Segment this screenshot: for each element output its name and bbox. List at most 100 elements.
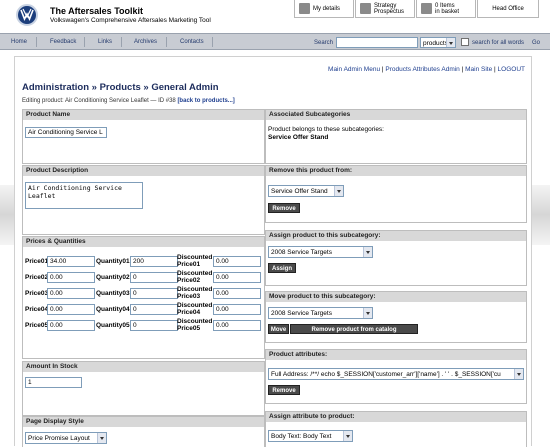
product-description-textarea[interactable]: Air Conditioning Service Leaflet: [25, 182, 143, 209]
user-icon: [299, 3, 310, 14]
discounted-price-input[interactable]: 0.00: [213, 304, 261, 315]
chevron-down-icon: [343, 431, 352, 441]
search-scope-value: products: [423, 40, 448, 47]
panel-header: Product attributes:: [266, 350, 526, 360]
brand-title: The Aftersales Toolkit: [50, 6, 144, 16]
tab-label: My details: [313, 6, 341, 12]
price-label: Price02: [25, 274, 49, 281]
assign-attribute-panel: Assign attribute to product: Body Text: …: [265, 411, 527, 447]
price-input[interactable]: 34.00: [47, 256, 95, 267]
panel-header: Remove this product from:: [266, 166, 526, 176]
price-input[interactable]: 0.00: [47, 272, 95, 283]
price-label: Price04: [25, 306, 49, 313]
discounted-price-input[interactable]: 0.00: [213, 256, 261, 267]
tab-label: 0 Items in basket: [435, 3, 460, 15]
tab-label: Strategy Prospectus: [374, 3, 405, 15]
product-attributes-panel: Product attributes: Full Address: /**/ e…: [265, 349, 527, 404]
price-label: Price05: [25, 322, 49, 329]
product-name-panel: Product Name Air Conditioning Service L: [22, 109, 265, 164]
back-to-products-link[interactable]: [back to products...]: [177, 98, 234, 104]
discounted-price-label: Discounted Price01: [177, 254, 213, 268]
quantity-input[interactable]: 0: [130, 304, 178, 315]
main-admin-menu-link[interactable]: Main Admin Menu: [328, 66, 380, 73]
assign-button[interactable]: Assign: [268, 263, 296, 273]
panel-header: Associated Subcategories: [266, 110, 526, 120]
search-all-words-label: search for all words: [472, 40, 525, 46]
chevron-down-icon: [363, 247, 372, 257]
remove-from-catalog-button[interactable]: Remove product from catalog: [290, 324, 418, 334]
price-input[interactable]: 0.00: [47, 304, 95, 315]
tab-my-details[interactable]: My details: [294, 0, 354, 18]
remove-product-panel: Remove this product from: Service Offer …: [265, 165, 527, 223]
panel-header: Move product to this subcategory:: [266, 292, 526, 302]
price-input[interactable]: 0.00: [47, 320, 95, 331]
remove-from-value: Service Offer Stand: [271, 188, 328, 195]
page-display-style-panel: Page Display Style Price Promise Layout: [22, 416, 265, 447]
panel-header: Amount In Stock: [23, 362, 264, 372]
main-site-link[interactable]: Main Site: [465, 66, 492, 73]
discounted-price-label: Discounted Price02: [177, 270, 213, 284]
tab-head-office[interactable]: Head Office: [477, 0, 539, 18]
display-style-select[interactable]: Price Promise Layout: [25, 432, 107, 444]
quantity-label: Quantity04: [96, 306, 130, 313]
logout-link[interactable]: LOGOUT: [498, 66, 525, 73]
price-input[interactable]: 0.00: [47, 288, 95, 299]
discounted-price-label: Discounted Price05: [177, 318, 213, 332]
brand-subtitle: Volkswagen's Comprehensive Aftersales Ma…: [50, 17, 211, 24]
vw-logo-icon[interactable]: [16, 4, 38, 26]
nav-feedback[interactable]: Feedback: [50, 39, 76, 45]
associated-subcategories-panel: Associated Subcategories Product belongs…: [265, 109, 527, 164]
nav-divider: [36, 37, 37, 47]
price-label: Price03: [25, 290, 49, 297]
assign-attribute-select[interactable]: Body Text: Body Text: [268, 430, 353, 442]
editing-info: Editing product: Air Conditioning Servic…: [22, 98, 235, 104]
search-input[interactable]: [336, 37, 418, 48]
discounted-price-label: Discounted Price04: [177, 302, 213, 316]
quantity-input[interactable]: 0: [130, 288, 178, 299]
nav-divider: [84, 37, 85, 47]
panel-header: Prices & Quantities: [23, 237, 264, 247]
quantity-input[interactable]: 0: [130, 320, 178, 331]
search-label: Search: [314, 40, 334, 46]
discounted-price-input[interactable]: 0.00: [213, 272, 261, 283]
search-scope-select[interactable]: products: [420, 37, 456, 48]
stock-input[interactable]: 1: [25, 377, 82, 388]
products-attributes-admin-link[interactable]: Products Attributes Admin: [385, 66, 459, 73]
remove-from-select[interactable]: Service Offer Stand: [268, 185, 344, 197]
nav-divider: [166, 37, 167, 47]
tab-basket[interactable]: 0 Items in basket: [416, 0, 476, 18]
remove-attribute-button[interactable]: Remove: [268, 385, 300, 395]
tab-strategy-prospectus[interactable]: Strategy Prospectus: [355, 0, 415, 18]
move-button[interactable]: Move: [268, 324, 289, 334]
nav-links[interactable]: Links: [98, 39, 112, 45]
product-attributes-select[interactable]: Full Address: /**/ echo $_SESSION['custo…: [268, 368, 524, 380]
move-subcategory-select[interactable]: 2008 Service Targets: [268, 307, 373, 319]
discounted-price-input[interactable]: 0.00: [213, 288, 261, 299]
remove-button[interactable]: Remove: [268, 203, 300, 213]
quantity-label: Quantity03: [96, 290, 130, 297]
quantity-input[interactable]: 200: [130, 256, 178, 267]
nav-archives[interactable]: Archives: [134, 39, 157, 45]
product-description-panel: Product Description Air Conditioning Ser…: [22, 165, 265, 235]
nav-home[interactable]: Home: [11, 39, 27, 45]
go-button[interactable]: Go: [532, 40, 540, 46]
chevron-down-icon: [514, 369, 523, 379]
tab-label: Head Office: [492, 6, 524, 12]
search-all-words-checkbox[interactable]: [461, 38, 469, 46]
quantity-input[interactable]: 0: [130, 272, 178, 283]
main-nav-bar: Home Feedback Links Archives Contacts Se…: [0, 33, 550, 50]
discounted-price-label: Discounted Price03: [177, 286, 213, 300]
admin-content: Main Admin Menu | Products Attributes Ad…: [14, 56, 532, 447]
basket-icon: [421, 3, 432, 14]
assign-subcategory-panel: Assign product to this subcategory: 2008…: [265, 230, 527, 286]
nav-contacts[interactable]: Contacts: [180, 39, 204, 45]
assign-subcategory-select[interactable]: 2008 Service Targets: [268, 246, 373, 258]
display-style-value: Price Promise Layout: [28, 435, 90, 442]
editing-text: Editing product: Air Conditioning Servic…: [22, 98, 176, 104]
discounted-price-input[interactable]: 0.00: [213, 320, 261, 331]
chevron-down-icon: [97, 433, 106, 443]
assign-subcategory-value: 2008 Service Targets: [271, 249, 332, 256]
price-label: Price01: [25, 258, 49, 265]
admin-links: Main Admin Menu | Products Attributes Ad…: [328, 66, 525, 73]
product-name-input[interactable]: Air Conditioning Service L: [25, 127, 107, 138]
